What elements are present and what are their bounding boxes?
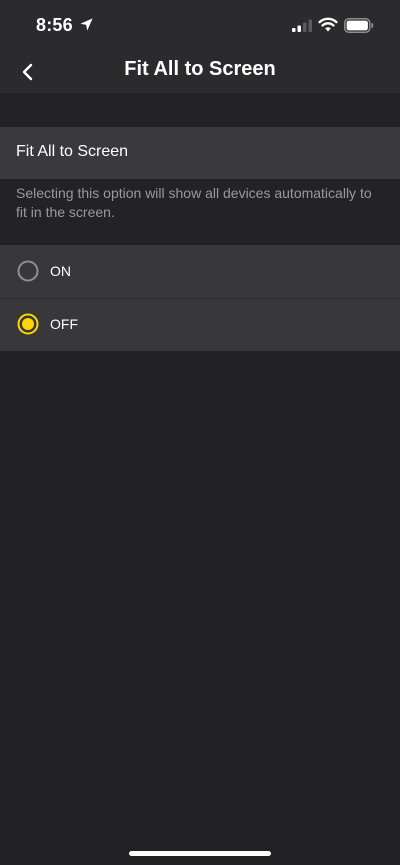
status-time: 8:56 [36, 15, 73, 35]
cellular-signal-icon [292, 19, 312, 32]
main-content-area [0, 351, 400, 865]
nav-bar: Fit All to Screen [0, 52, 400, 93]
radio-selected-icon[interactable] [17, 313, 39, 335]
battery-icon [344, 18, 374, 33]
option-on-row[interactable]: ON [0, 245, 400, 298]
option-on-label: ON [50, 263, 71, 279]
status-bar: 8:56 [0, 0, 400, 52]
location-arrow-icon [80, 18, 93, 31]
wifi-icon [318, 17, 338, 32]
description: Selecting this option will show all devi… [0, 179, 400, 243]
description-text: Selecting this option will show all devi… [16, 185, 372, 220]
page-title: Fit All to Screen [124, 58, 276, 80]
section-header: Fit All to Screen [0, 127, 400, 179]
option-off-label: OFF [50, 316, 78, 332]
section-title: Fit All to Screen [16, 143, 129, 160]
option-off-row[interactable]: OFF [0, 298, 400, 351]
spacer-band [0, 93, 400, 127]
home-indicator [129, 851, 271, 856]
options-list: ON OFF [0, 245, 400, 351]
radio-unselected-icon[interactable] [17, 260, 39, 282]
